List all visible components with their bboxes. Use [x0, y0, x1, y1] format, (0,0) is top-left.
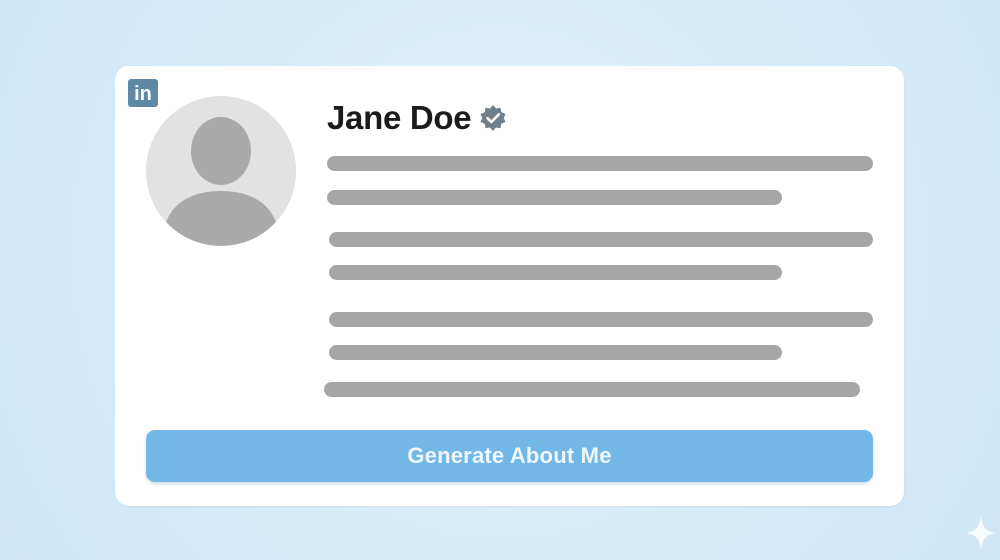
- placeholder-text-line: [329, 345, 782, 360]
- placeholder-text-line: [329, 312, 873, 327]
- default-person-icon: [146, 96, 296, 246]
- placeholder-text-line: [329, 265, 782, 280]
- profile-card: in Jane Doe Generate About Me: [115, 66, 904, 506]
- placeholder-text-line: [329, 232, 873, 247]
- sparkle-icon: [966, 516, 996, 550]
- linkedin-logo-text: in: [134, 83, 152, 105]
- generate-about-me-button[interactable]: Generate About Me: [146, 430, 873, 482]
- placeholder-text-line: [327, 190, 782, 205]
- placeholder-text-line: [327, 156, 873, 171]
- profile-name: Jane Doe: [327, 99, 472, 136]
- linkedin-logo-icon: in: [128, 79, 158, 107]
- avatar: [146, 96, 296, 246]
- verified-badge-icon: [479, 104, 507, 132]
- placeholder-text-line: [324, 382, 860, 397]
- app-stage: in Jane Doe Generate About Me: [0, 0, 1000, 560]
- profile-name-row: Jane Doe: [327, 98, 507, 138]
